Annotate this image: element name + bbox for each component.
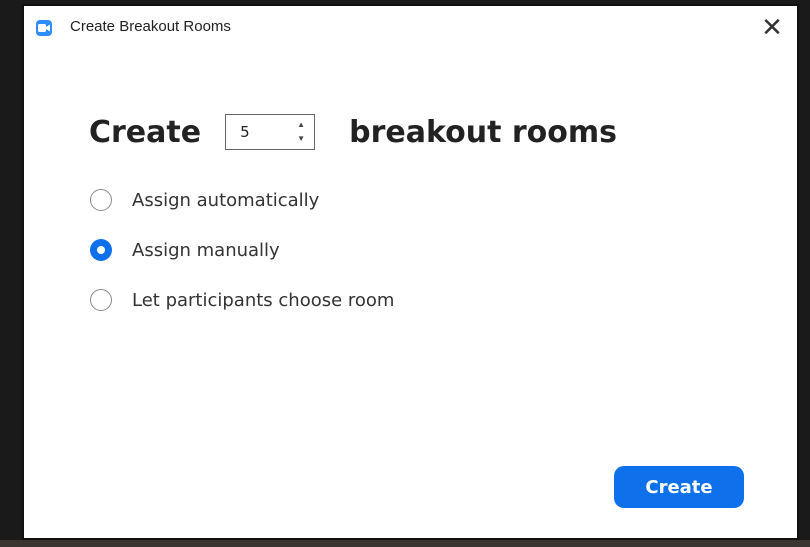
option-assign-manually[interactable]: Assign manually — [90, 237, 394, 263]
create-breakout-rooms-dialog: Create Breakout Rooms ✕ Create ▲ ▼ break… — [22, 4, 799, 540]
option-label: Let participants choose room — [132, 289, 395, 311]
room-count-stepper[interactable]: ▲ ▼ — [225, 114, 316, 150]
background-strip — [0, 540, 810, 547]
create-button[interactable]: Create — [614, 466, 744, 508]
option-label: Assign manually — [132, 239, 280, 261]
stepper-up-icon[interactable]: ▲ — [297, 120, 305, 130]
assignment-options: Assign automatically Assign manually Let… — [90, 187, 394, 337]
radio-assign-manually[interactable] — [90, 239, 112, 261]
radio-let-participants-choose[interactable] — [90, 289, 112, 311]
close-button[interactable]: ✕ — [757, 12, 787, 42]
option-label: Assign automatically — [132, 189, 320, 211]
heading-suffix: breakout rooms — [349, 114, 617, 150]
stepper-down-icon[interactable]: ▼ — [297, 134, 305, 144]
zoom-camera-icon — [36, 20, 52, 36]
heading-prefix: Create — [89, 114, 202, 150]
room-count-input[interactable] — [240, 123, 291, 141]
option-assign-automatically[interactable]: Assign automatically — [90, 187, 394, 213]
option-let-participants-choose[interactable]: Let participants choose room — [90, 287, 394, 313]
window-title: Create Breakout Rooms — [70, 18, 231, 35]
radio-assign-automatically[interactable] — [90, 189, 112, 211]
room-count-row: Create ▲ ▼ breakout rooms — [89, 110, 617, 154]
stepper-arrows: ▲ ▼ — [296, 120, 306, 144]
title-bar: Create Breakout Rooms ✕ — [24, 6, 797, 46]
